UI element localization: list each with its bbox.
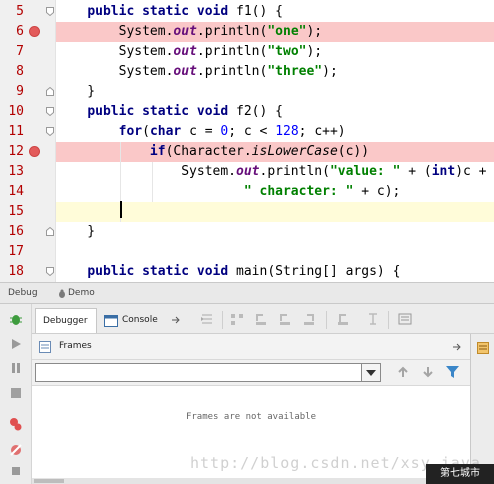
- run-config-tab[interactable]: Demo: [68, 288, 95, 298]
- fold-marker-icon[interactable]: [46, 87, 54, 96]
- code-text: for(char c = 0; c < 128; c++): [118, 124, 346, 139]
- thread-dropdown-button[interactable]: [361, 364, 380, 381]
- restore-layout-icon[interactable]: [172, 316, 182, 324]
- fold-marker-icon[interactable]: [46, 7, 54, 16]
- scrollbar-thumb[interactable]: [34, 479, 64, 483]
- line-number: 11: [8, 124, 24, 139]
- run-to-cursor-icon[interactable]: [366, 312, 380, 326]
- code-text: System.out.println("three");: [56, 64, 338, 79]
- line-number: 6: [16, 24, 24, 39]
- code-text: System.out.println("two");: [56, 44, 323, 59]
- debug-side-toolbar: [0, 304, 32, 484]
- code-text: " character: " + c);: [243, 184, 401, 199]
- breakpoint-icon[interactable]: [29, 146, 40, 157]
- code-text: public static void f1() {: [87, 4, 283, 19]
- fold-marker-icon[interactable]: [46, 127, 54, 136]
- frames-restore-icon[interactable]: [453, 343, 463, 351]
- line-number: 17: [8, 244, 24, 259]
- line-number: 7: [16, 44, 24, 59]
- view-breakpoints-icon[interactable]: [9, 417, 23, 431]
- tab-debugger-label: Debugger: [43, 316, 88, 326]
- bug-icon: [59, 289, 65, 298]
- line-number: 8: [16, 64, 24, 79]
- horizontal-scrollbar[interactable]: [32, 478, 470, 484]
- arrow-up-icon[interactable]: [397, 366, 409, 378]
- stop-icon[interactable]: [9, 386, 23, 400]
- code-text: public static void main(String[] args) {: [87, 264, 401, 279]
- toolbar-separator: [326, 311, 327, 329]
- toolbar-separator: [222, 311, 223, 329]
- tab-console-label: Console: [122, 315, 158, 325]
- code-text: if(Character.isLowerCase(c)): [149, 144, 370, 159]
- frames-icon: [39, 341, 51, 353]
- arrow-down-icon[interactable]: [422, 366, 434, 378]
- mute-breakpoints-icon[interactable]: [9, 443, 23, 457]
- site-logo: 第七城市: [426, 464, 494, 484]
- line-number: 14: [8, 184, 24, 199]
- fold-marker-icon[interactable]: [46, 107, 54, 116]
- line-number: 16: [8, 224, 24, 239]
- code-line-17[interactable]: 17: [0, 242, 494, 262]
- force-step-into-icon[interactable]: [278, 312, 292, 326]
- indent-guide: [152, 162, 153, 202]
- toolbar-separator: [388, 311, 389, 329]
- code-text: }: [56, 84, 96, 99]
- code-line-16[interactable]: 16 }: [0, 222, 494, 242]
- frames-title: Frames: [59, 341, 92, 351]
- evaluate-expression-icon[interactable]: [398, 312, 412, 326]
- drop-frame-icon[interactable]: [336, 312, 350, 326]
- line-number: 9: [16, 84, 24, 99]
- code-line-15[interactable]: 15: [0, 202, 494, 222]
- code-line-18[interactable]: 18 public static void main(String[] args…: [0, 262, 494, 282]
- text-caret: [120, 201, 122, 218]
- code-text: }: [56, 224, 96, 239]
- code-line-6[interactable]: 6 System.out.println("one");: [0, 22, 494, 42]
- code-line-8[interactable]: 8 System.out.println("three");: [0, 62, 494, 82]
- step-over-icon[interactable]: [230, 312, 244, 326]
- variables-icon: [477, 342, 489, 354]
- fold-marker-icon[interactable]: [46, 267, 54, 276]
- code-text: public static void f2() {: [87, 104, 283, 119]
- code-line-10[interactable]: 10 public static void f2() {: [0, 102, 494, 122]
- fold-marker-icon[interactable]: [46, 227, 54, 236]
- pin-icon[interactable]: [9, 464, 23, 478]
- line-number: 5: [16, 4, 24, 19]
- line-number: 18: [8, 264, 24, 279]
- line-number: 13: [8, 164, 24, 179]
- code-text: System.out.println("one");: [56, 24, 323, 39]
- code-editor[interactable]: 5 public static void f1() { 6 System.out…: [0, 0, 494, 282]
- code-line-13[interactable]: 13 System.out.println("value: " + (int)c…: [0, 162, 494, 182]
- breakpoint-icon[interactable]: [29, 26, 40, 37]
- debug-label: Debug: [8, 288, 38, 298]
- frames-toolbar: [32, 360, 470, 386]
- code-line-14[interactable]: 14 " character: " + c);: [0, 182, 494, 202]
- code-line-12[interactable]: 12 if(Character.isLowerCase(c)): [0, 142, 494, 162]
- resume-icon[interactable]: [9, 337, 23, 351]
- show-execution-point-icon[interactable]: [200, 312, 214, 326]
- line-number: 15: [8, 204, 24, 219]
- step-out-icon[interactable]: [302, 312, 316, 326]
- pause-icon[interactable]: [9, 361, 23, 375]
- console-icon: [104, 315, 118, 327]
- rerun-bug-icon[interactable]: [9, 312, 23, 326]
- debug-tool-bar: Debug Demo: [0, 282, 494, 304]
- chevron-down-icon: [366, 370, 376, 376]
- code-line-5[interactable]: 5 public static void f1() {: [0, 2, 494, 22]
- debugger-tab-row: Debugger Console: [32, 304, 494, 334]
- frames-empty-message: Frames are not available: [185, 412, 317, 422]
- thread-selector[interactable]: [35, 363, 381, 382]
- tab-debugger[interactable]: Debugger: [35, 308, 97, 333]
- tab-console[interactable]: Console: [100, 308, 186, 333]
- line-number: 10: [8, 104, 24, 119]
- line-number: 12: [8, 144, 24, 159]
- code-line-7[interactable]: 7 System.out.println("two");: [0, 42, 494, 62]
- step-into-icon[interactable]: [254, 312, 268, 326]
- filter-icon[interactable]: [446, 366, 459, 379]
- code-line-9[interactable]: 9 }: [0, 82, 494, 102]
- code-line-11[interactable]: 11 for(char c = 0; c < 128; c++): [0, 122, 494, 142]
- frames-header: Frames: [32, 334, 470, 360]
